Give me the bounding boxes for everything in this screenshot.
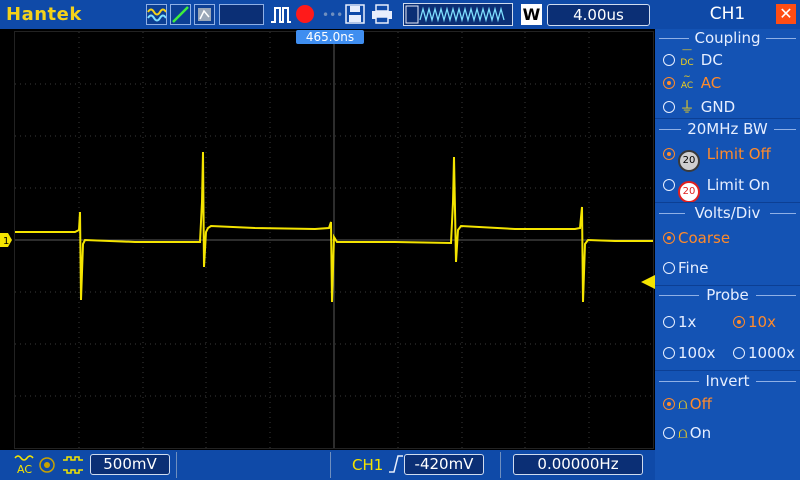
radio-icon xyxy=(663,101,675,113)
invert-icon: ⩍ xyxy=(678,395,688,413)
section-rule xyxy=(766,38,796,39)
channel-settings-panel: CH1 ✕ Coupling ‾‾ DC DC ∼ AC AC ⏚ GND 20MH… xyxy=(655,0,800,480)
svg-text:1: 1 xyxy=(3,236,9,247)
radio-icon xyxy=(663,427,675,439)
cursor-time-label: 465.0ns xyxy=(296,30,364,44)
ground-icon: ⏚ xyxy=(679,98,695,116)
radio-icon xyxy=(733,347,745,359)
invert-off-label: Off xyxy=(689,395,712,413)
probe-10x-option[interactable]: 10x xyxy=(733,313,776,331)
invert-icon xyxy=(62,456,84,478)
probe-1x-label: 1x xyxy=(678,313,697,331)
waveform-generator-icon[interactable] xyxy=(146,4,167,25)
probe-10x-label: 10x xyxy=(748,313,776,331)
separator xyxy=(500,452,501,478)
separator xyxy=(176,452,177,478)
coupling-gnd-label: GND xyxy=(700,98,736,116)
channel1-ground-marker[interactable]: 1 xyxy=(0,232,12,247)
brand-logo: Hantek xyxy=(6,4,82,25)
rising-edge-icon xyxy=(388,454,404,478)
blank-icon[interactable] xyxy=(219,4,264,25)
section-divider xyxy=(655,202,800,203)
bw-limit-on-label: Limit On xyxy=(706,176,771,194)
radio-icon xyxy=(663,398,675,410)
trigger-level-display[interactable]: -420mV xyxy=(404,454,484,475)
radio-icon xyxy=(663,232,675,244)
save-icon[interactable] xyxy=(345,4,365,28)
radio-icon xyxy=(733,316,745,328)
invert-icon: ⩍ xyxy=(678,424,688,442)
invert-on-label: On xyxy=(689,424,712,442)
ac-coupling-icon: AC xyxy=(14,453,34,479)
memory-icon[interactable] xyxy=(194,4,215,25)
coupling-dc-label: DC xyxy=(700,51,723,69)
bandwidth-limit-icon xyxy=(38,456,56,478)
radio-icon xyxy=(663,148,675,160)
radio-icon xyxy=(663,347,675,359)
section-rule xyxy=(770,213,796,214)
section-divider xyxy=(655,370,800,371)
graticule-and-trace xyxy=(15,32,653,448)
pulse-icon[interactable] xyxy=(270,6,292,28)
bw-limit-off-label: Limit Off xyxy=(706,145,771,163)
bw-limit-off-option[interactable]: 20 Limit Off xyxy=(663,145,771,172)
probe-100x-option[interactable]: 100x xyxy=(663,344,716,362)
trigger-channel-label: CH1 xyxy=(352,456,384,474)
coupling-ac-label: AC xyxy=(700,74,722,92)
coupling-ac-option[interactable]: ∼ AC AC xyxy=(663,73,721,92)
print-icon[interactable] xyxy=(371,4,393,28)
section-rule xyxy=(756,295,796,296)
section-rule xyxy=(756,381,796,382)
dot-icon: ••• xyxy=(322,8,344,22)
volts-fine-option[interactable]: Fine xyxy=(663,259,708,277)
waveform-display[interactable] xyxy=(14,31,654,449)
record-icon[interactable] xyxy=(296,5,314,23)
volts-coarse-option[interactable]: Coarse xyxy=(663,229,730,247)
window-mode-button[interactable]: W xyxy=(521,4,542,25)
volts-div-display[interactable]: 500mV xyxy=(90,454,170,475)
bw-20mhz-limited-icon: 20 xyxy=(678,181,700,203)
radio-icon xyxy=(663,54,675,66)
radio-icon xyxy=(663,77,675,89)
svg-text:AC: AC xyxy=(17,463,32,475)
invert-off-option[interactable]: ⩍ Off xyxy=(663,395,712,413)
ac-icon: ∼ AC xyxy=(680,72,694,91)
probe-1000x-label: 1000x xyxy=(748,344,796,362)
invert-on-option[interactable]: ⩍ On xyxy=(663,424,711,442)
volts-coarse-label: Coarse xyxy=(678,229,731,247)
radio-icon xyxy=(663,316,675,328)
volts-fine-label: Fine xyxy=(678,259,709,277)
bw-20mhz-icon: 20 xyxy=(678,150,700,172)
separator xyxy=(330,452,331,478)
probe-1x-option[interactable]: 1x xyxy=(663,313,696,331)
bw-limit-on-option[interactable]: 20 Limit On xyxy=(663,176,770,203)
timebase-display[interactable]: 4.00us xyxy=(547,4,650,26)
probe-100x-label: 100x xyxy=(678,344,716,362)
frequency-display[interactable]: 0.00000Hz xyxy=(513,454,643,475)
dc-icon: ‾‾ DC xyxy=(680,49,694,68)
memory-waveform-overview[interactable] xyxy=(403,3,513,26)
section-divider xyxy=(655,118,800,119)
probe-1000x-option[interactable]: 1000x xyxy=(733,344,795,362)
close-icon[interactable]: ✕ xyxy=(776,4,796,24)
trigger-level-marker[interactable] xyxy=(641,274,655,289)
coupling-dc-option[interactable]: ‾‾ DC DC xyxy=(663,50,723,69)
radio-icon xyxy=(663,262,675,274)
radio-icon xyxy=(663,179,675,191)
top-toolbar: Hantek ••• W 4.00us xyxy=(0,0,655,29)
line-icon[interactable] xyxy=(170,4,191,25)
coupling-gnd-option[interactable]: ⏚ GND xyxy=(663,96,735,117)
section-rule xyxy=(774,129,796,130)
